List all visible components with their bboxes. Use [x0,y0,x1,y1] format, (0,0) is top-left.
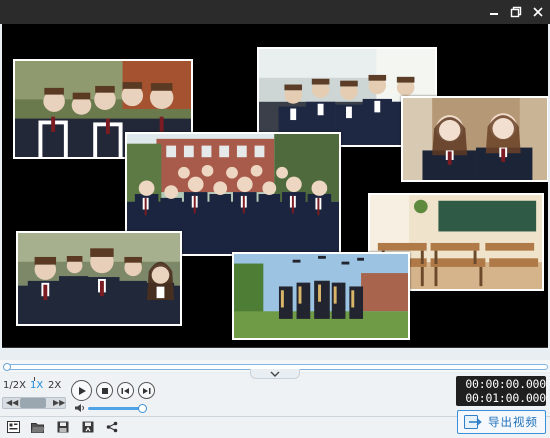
close-icon[interactable] [527,0,549,24]
speed-half[interactable]: 1/2X [3,380,26,391]
save-as-icon[interactable] [80,420,96,434]
export-video-button[interactable]: 导出视频 [457,410,546,434]
photo-graduation [232,252,410,340]
export-icon [464,415,482,429]
volume-slider-thumb[interactable] [138,404,147,413]
speed-slider-thumb[interactable] [20,398,46,408]
play-icon [78,386,86,395]
next-icon [143,387,151,394]
video-preview[interactable] [2,24,548,348]
chevron-down-icon [270,371,280,377]
previous-frame-button[interactable] [117,382,134,399]
photo-girls-right [401,96,548,182]
export-video-label: 导出视频 [488,415,538,429]
stop-button[interactable] [96,382,113,399]
speed-double[interactable]: 2X [48,380,61,391]
title-bar [0,0,550,24]
volume-slider[interactable] [88,407,144,410]
speed-normal[interactable]: 1X [30,380,43,391]
collapse-panel-toggle[interactable] [250,369,300,379]
app-window: 1/2X 1X 2X ◀◀ ▶▶ 00:00:00.000 00:01:00.0… [0,0,550,438]
open-folder-icon[interactable] [30,420,46,434]
speed-up-icon[interactable]: ▶▶ [53,398,65,407]
previous-icon [121,387,129,394]
speed-down-icon[interactable]: ◀◀ [6,398,18,407]
restore-icon[interactable] [505,0,527,24]
minimize-icon[interactable] [483,0,505,24]
play-button[interactable] [71,380,92,401]
timeline-playhead[interactable] [3,363,11,371]
total-time: 00:01:00.000 [465,391,546,405]
next-frame-button[interactable] [138,382,155,399]
volume-icon[interactable] [74,403,86,413]
save-icon[interactable] [55,420,71,434]
share-icon[interactable] [104,420,120,434]
stop-icon [101,387,108,394]
current-time: 00:00:00.000 [465,377,546,391]
photo-students-group-bottom-left [16,231,182,326]
new-project-icon[interactable] [5,420,21,434]
